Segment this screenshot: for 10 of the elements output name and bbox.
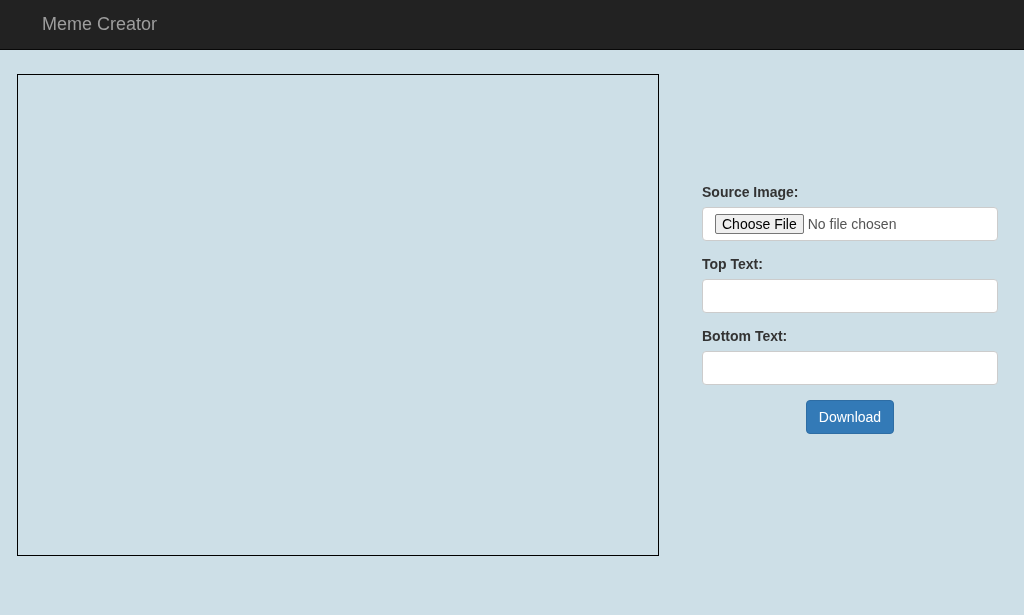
field-label: Top Text:: [702, 256, 764, 272]
text-input-field[interactable]: [702, 351, 998, 385]
choose-file-button[interactable]: Choose File: [715, 214, 804, 234]
field-label: Bottom Text:: [702, 328, 789, 344]
field-label: Source Image:: [702, 184, 800, 200]
text-input-field[interactable]: [702, 279, 998, 313]
file-input-field[interactable]: Choose File No file chosen: [702, 207, 998, 241]
file-status-text: No file chosen: [807, 216, 897, 232]
brand-link[interactable]: Meme Creator: [42, 14, 158, 35]
download-button[interactable]: Download: [805, 400, 895, 434]
